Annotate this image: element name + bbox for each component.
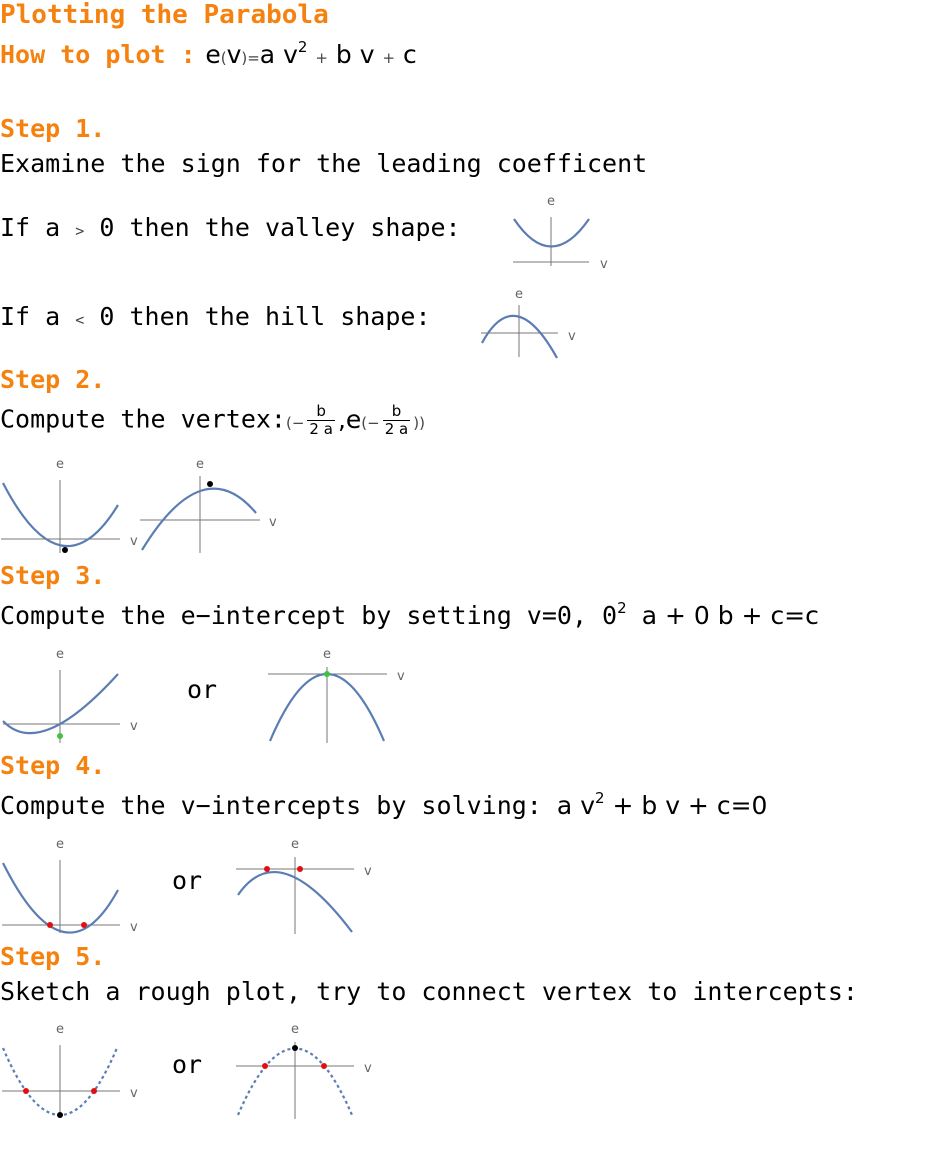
sketch-valley-plot: e v: [1, 1022, 138, 1118]
valley-shape-plot: e v: [513, 194, 608, 272]
page-title: Plotting the Parabola: [0, 0, 329, 30]
equation: e(v)=a v2 + b v + c: [205, 38, 417, 69]
e-intercept-valley-plot: e v: [2, 647, 138, 743]
step-5-text: Sketch a rough plot, try to connect vert…: [0, 977, 858, 1006]
hill-shape-plot: e v: [481, 287, 576, 359]
step-1-case-positive: If a > 0 then the valley shape:: [0, 213, 461, 242]
step-1-case-negative: If a < 0 then the hill shape:: [0, 302, 431, 331]
vertex-hill-plot: e v: [140, 457, 277, 553]
how-to-plot-line: How to plot : e(v)=a v2 + b v + c: [0, 38, 417, 69]
hill-curve: [141, 487, 257, 551]
v-intercept-point-right: [91, 1088, 97, 1094]
step-4-text-line: Compute the v−intercepts by solving: a v…: [0, 789, 768, 820]
y-axis-label: e: [56, 457, 64, 472]
step-3-text-line: Compute the e−intercept by setting v=0, …: [0, 599, 819, 630]
step-1-text: Examine the sign for the leading coeffic…: [0, 149, 648, 178]
vertex-point: [207, 481, 213, 487]
x-axis-label: v: [364, 1061, 372, 1076]
step-4-heading: Step 4.: [0, 751, 106, 780]
e-intercept-point: [57, 733, 63, 739]
vertex-point: [57, 1112, 63, 1118]
x-axis-label: v: [130, 719, 138, 734]
vertex-valley-plot: e v: [1, 457, 138, 553]
v-intercepts-valley-plot: e v: [2, 837, 138, 935]
y-axis-label: e: [323, 647, 331, 662]
x-axis-label: v: [397, 669, 405, 684]
how-to-plot-label: How to plot :: [0, 40, 196, 69]
vertex-point: [62, 547, 68, 553]
step-2-text-line: Compute the vertex:(− b 2 a ,e(− b 2 a)): [0, 402, 425, 438]
x-axis-label: v: [364, 864, 372, 879]
step-2-heading: Step 2.: [0, 365, 106, 394]
step-3-or: or: [187, 675, 218, 704]
v-intercept-point-left: [23, 1088, 29, 1094]
y-axis-label: e: [56, 837, 64, 852]
v-intercept-point-left: [47, 922, 53, 928]
x-axis-label: v: [568, 329, 576, 344]
y-axis-label: e: [56, 647, 64, 662]
y-axis-label: e: [196, 457, 204, 472]
step-4-or: or: [172, 866, 203, 895]
step-1-heading: Step 1.: [0, 114, 106, 143]
v-intercepts-hill-plot: e v: [236, 837, 372, 934]
x-axis-label: v: [130, 534, 138, 549]
v-intercept-point-left: [264, 866, 270, 872]
vertex-fraction-2: b2 a: [382, 402, 411, 438]
step-5-heading: Step 5.: [0, 942, 106, 971]
v-intercept-point-right: [81, 922, 87, 928]
y-axis-label: e: [291, 1022, 299, 1037]
v-intercept-point-left: [262, 1063, 268, 1069]
y-axis-label: e: [515, 287, 523, 302]
y-axis-label: e: [291, 837, 299, 852]
e-intercept-point: [324, 671, 330, 677]
e-intercept-hill-plot: e v: [268, 647, 405, 743]
step-5-or: or: [172, 1050, 203, 1079]
sketch-hill-plot: e v: [236, 1022, 372, 1119]
y-axis-label: e: [56, 1022, 64, 1037]
step-3-heading: Step 3.: [0, 561, 106, 590]
x-axis-label: v: [269, 515, 277, 530]
x-axis-label: v: [600, 257, 608, 272]
x-axis-label: v: [130, 1086, 138, 1101]
x-axis-label: v: [130, 920, 138, 935]
vertex-fraction: b2 a: [307, 402, 335, 438]
v-intercept-point-right: [321, 1063, 327, 1069]
v-intercept-point-right: [297, 866, 303, 872]
y-axis-label: e: [547, 194, 555, 209]
vertex-point: [292, 1045, 298, 1051]
